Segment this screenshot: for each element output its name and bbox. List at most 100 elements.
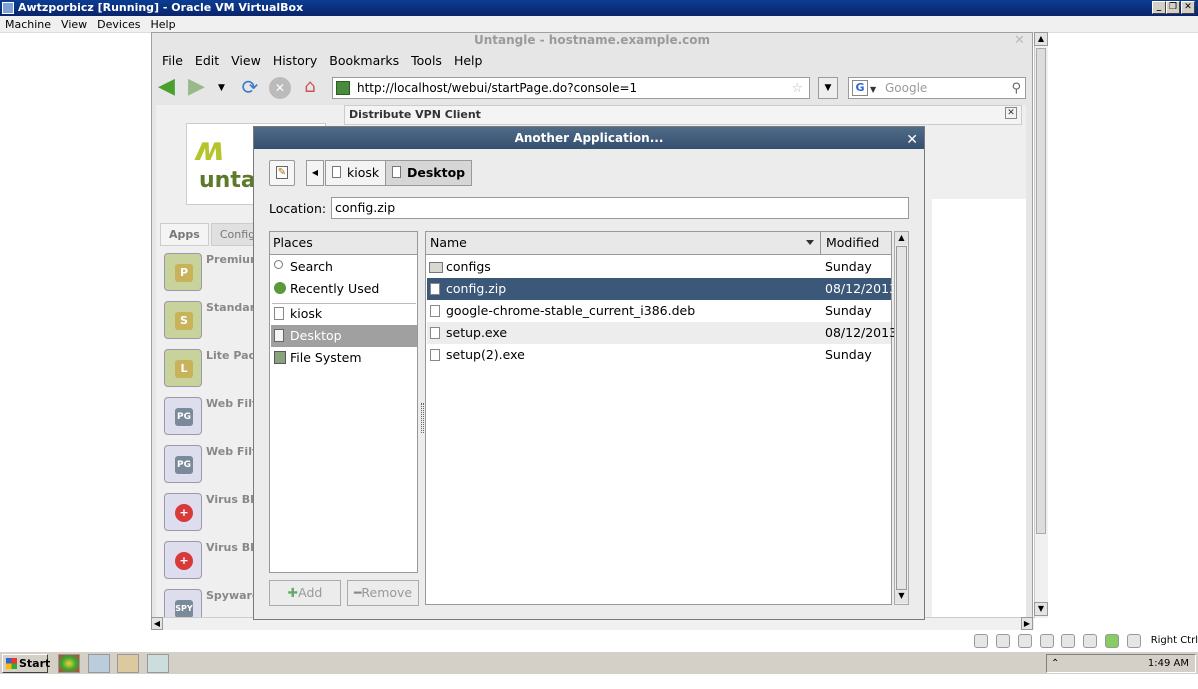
site-favicon <box>336 81 350 95</box>
mouse-integration-icon[interactable] <box>1105 633 1120 648</box>
minimize-button[interactable]: _ <box>1152 1 1166 14</box>
vbox-menu-view[interactable]: View <box>56 16 92 33</box>
home-icon[interactable]: ⌂ <box>299 77 321 99</box>
premium-pack-icon: P <box>164 253 202 291</box>
app-taskbar-icon[interactable] <box>147 654 169 673</box>
file-modified: Sunday <box>825 259 872 274</box>
app-item[interactable]: + Virus Bl <box>160 489 260 535</box>
search-icon[interactable]: ⚲ <box>1011 79 1021 99</box>
reload-icon[interactable]: ⟳ <box>239 77 261 99</box>
path-back-button[interactable]: ◀ <box>306 160 324 186</box>
forward-arrow-icon[interactable]: ▶ <box>188 76 210 99</box>
column-name-header[interactable]: Name <box>426 232 821 255</box>
google-engine-icon[interactable]: G <box>852 80 868 96</box>
file-row[interactable]: setup.exe 08/12/2013 <box>427 322 897 344</box>
file-icon <box>430 283 440 295</box>
desktop-icon <box>274 329 284 342</box>
places-item-kiosk[interactable]: kiosk <box>271 303 417 325</box>
virus-blocker-icon: + <box>164 493 202 531</box>
guest-desktop-left <box>0 33 150 633</box>
vbox-menu-machine[interactable]: Machine <box>0 16 56 33</box>
display-icon[interactable] <box>1083 633 1098 648</box>
breadcrumb-desktop[interactable]: Desktop <box>385 160 473 186</box>
places-item-file-system[interactable]: File System <box>271 347 417 369</box>
app-item[interactable]: PG Web Filt <box>160 393 260 439</box>
file-list-scrollbar[interactable]: ▲ ▼ <box>894 231 909 605</box>
back-arrow-icon[interactable]: ◀ <box>158 76 180 99</box>
menu-file[interactable]: File <box>156 53 189 68</box>
file-row[interactable]: configs Sunday <box>427 256 891 278</box>
panel-close-icon[interactable]: ✕ <box>1005 107 1017 119</box>
column-modified-header[interactable]: Modified <box>822 232 892 255</box>
app-item[interactable]: + Virus Blo <box>160 537 261 583</box>
bookmark-star-icon[interactable]: ☆ <box>791 79 803 99</box>
file-row[interactable]: google-chrome-stable_current_i386.deb Su… <box>427 300 891 322</box>
optical-drive-icon[interactable] <box>995 633 1010 648</box>
scroll-left-icon[interactable]: ◀ <box>151 617 163 630</box>
url-bar[interactable]: http://localhost/webui/startPage.do?cons… <box>332 77 810 99</box>
vertical-scroll-thumb[interactable] <box>1036 48 1046 534</box>
hard-disk-icon[interactable] <box>974 633 989 648</box>
network-icon[interactable] <box>1039 633 1054 648</box>
url-dropdown-icon[interactable]: ▼ <box>818 77 838 99</box>
file-list-scroll-thumb[interactable] <box>896 246 907 590</box>
places-header[interactable]: Places <box>270 232 417 255</box>
breadcrumb-kiosk[interactable]: kiosk <box>325 160 387 186</box>
scroll-down-icon[interactable]: ▼ <box>895 590 908 603</box>
explorer-icon[interactable] <box>117 654 139 673</box>
add-bookmark-button[interactable]: ✚Add <box>269 580 341 606</box>
app-item[interactable]: L Lite Pack <box>160 345 262 391</box>
virtualbox-taskbar-icon[interactable] <box>88 654 110 673</box>
location-input[interactable]: config.zip <box>331 197 909 219</box>
dialog-close-icon[interactable]: ✕ <box>906 129 918 151</box>
places-list: Places Search Recently Used kiosk Deskto… <box>269 231 418 573</box>
search-input[interactable]: G ▼ Google ⚲ <box>848 77 1026 99</box>
scroll-up-icon[interactable]: ▲ <box>895 232 908 245</box>
filesystem-icon <box>274 351 286 364</box>
menu-history[interactable]: History <box>267 53 323 68</box>
tab-apps[interactable]: Apps <box>160 222 209 246</box>
remove-bookmark-button[interactable]: ━Remove <box>347 580 419 606</box>
app-item[interactable]: PG Web Filt <box>160 441 260 487</box>
usb-icon[interactable] <box>1017 633 1032 648</box>
menu-bookmarks[interactable]: Bookmarks <box>323 53 405 68</box>
folder-icon <box>392 166 401 178</box>
file-row-selected[interactable]: config.zip 08/12/2013 <box>427 278 897 300</box>
breadcrumb-label: kiosk <box>347 165 380 180</box>
restore-button[interactable]: ❐ <box>1166 1 1180 14</box>
shared-folders-icon[interactable] <box>1061 633 1076 648</box>
places-item-search[interactable]: Search <box>271 256 417 278</box>
places-item-desktop[interactable]: Desktop <box>271 325 417 347</box>
scroll-up-icon[interactable]: ▲ <box>1034 32 1048 46</box>
vbox-menu-help[interactable]: Help <box>146 16 181 33</box>
close-button[interactable]: ✕ <box>1181 1 1195 14</box>
pane-resize-handle[interactable] <box>421 403 424 433</box>
engine-dropdown-icon[interactable]: ▼ <box>870 80 876 100</box>
menu-help[interactable]: Help <box>448 53 489 68</box>
menu-edit[interactable]: Edit <box>189 53 225 68</box>
file-row[interactable]: setup(2).exe Sunday <box>427 344 891 366</box>
menu-view[interactable]: View <box>225 53 267 68</box>
app-item[interactable]: P Premium <box>160 249 261 295</box>
vbox-menu-devices[interactable]: Devices <box>92 16 145 33</box>
file-icon <box>430 349 440 361</box>
file-name: config.zip <box>446 281 507 296</box>
type-location-button[interactable]: ✎ <box>269 160 295 186</box>
logo-mark: ʍ <box>195 130 225 168</box>
browser-close-icon[interactable]: ✕ <box>1014 33 1025 48</box>
start-button[interactable]: Start <box>2 654 50 673</box>
tray-arrow-icon[interactable]: ⌃ <box>1051 655 1059 672</box>
stop-icon[interactable]: ✕ <box>268 77 291 99</box>
panel-title: Distribute VPN Client <box>349 108 481 121</box>
menu-tools[interactable]: Tools <box>405 53 448 68</box>
places-item-label: Search <box>290 259 333 274</box>
add-label: Add <box>298 585 323 600</box>
scroll-right-icon[interactable]: ▶ <box>1021 617 1033 630</box>
history-dropdown-icon[interactable]: ▼ <box>218 83 225 93</box>
keyboard-capture-icon[interactable] <box>1126 633 1141 648</box>
chrome-icon[interactable] <box>58 654 80 673</box>
app-item[interactable]: S Standard <box>160 297 263 343</box>
system-clock: ⌃ 1:49 AM <box>1046 654 1196 673</box>
scroll-down-icon[interactable]: ▼ <box>1034 602 1048 616</box>
places-item-recently-used[interactable]: Recently Used <box>271 278 417 300</box>
